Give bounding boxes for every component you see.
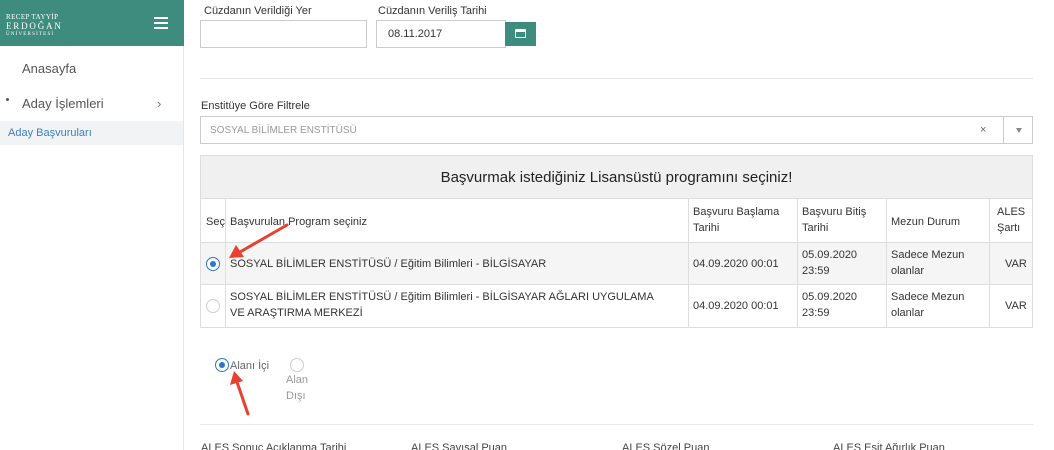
annotation-arrow-2: [230, 371, 250, 416]
annotation-arrows: [229, 223, 289, 416]
annotation-arrow-1: [229, 223, 289, 258]
